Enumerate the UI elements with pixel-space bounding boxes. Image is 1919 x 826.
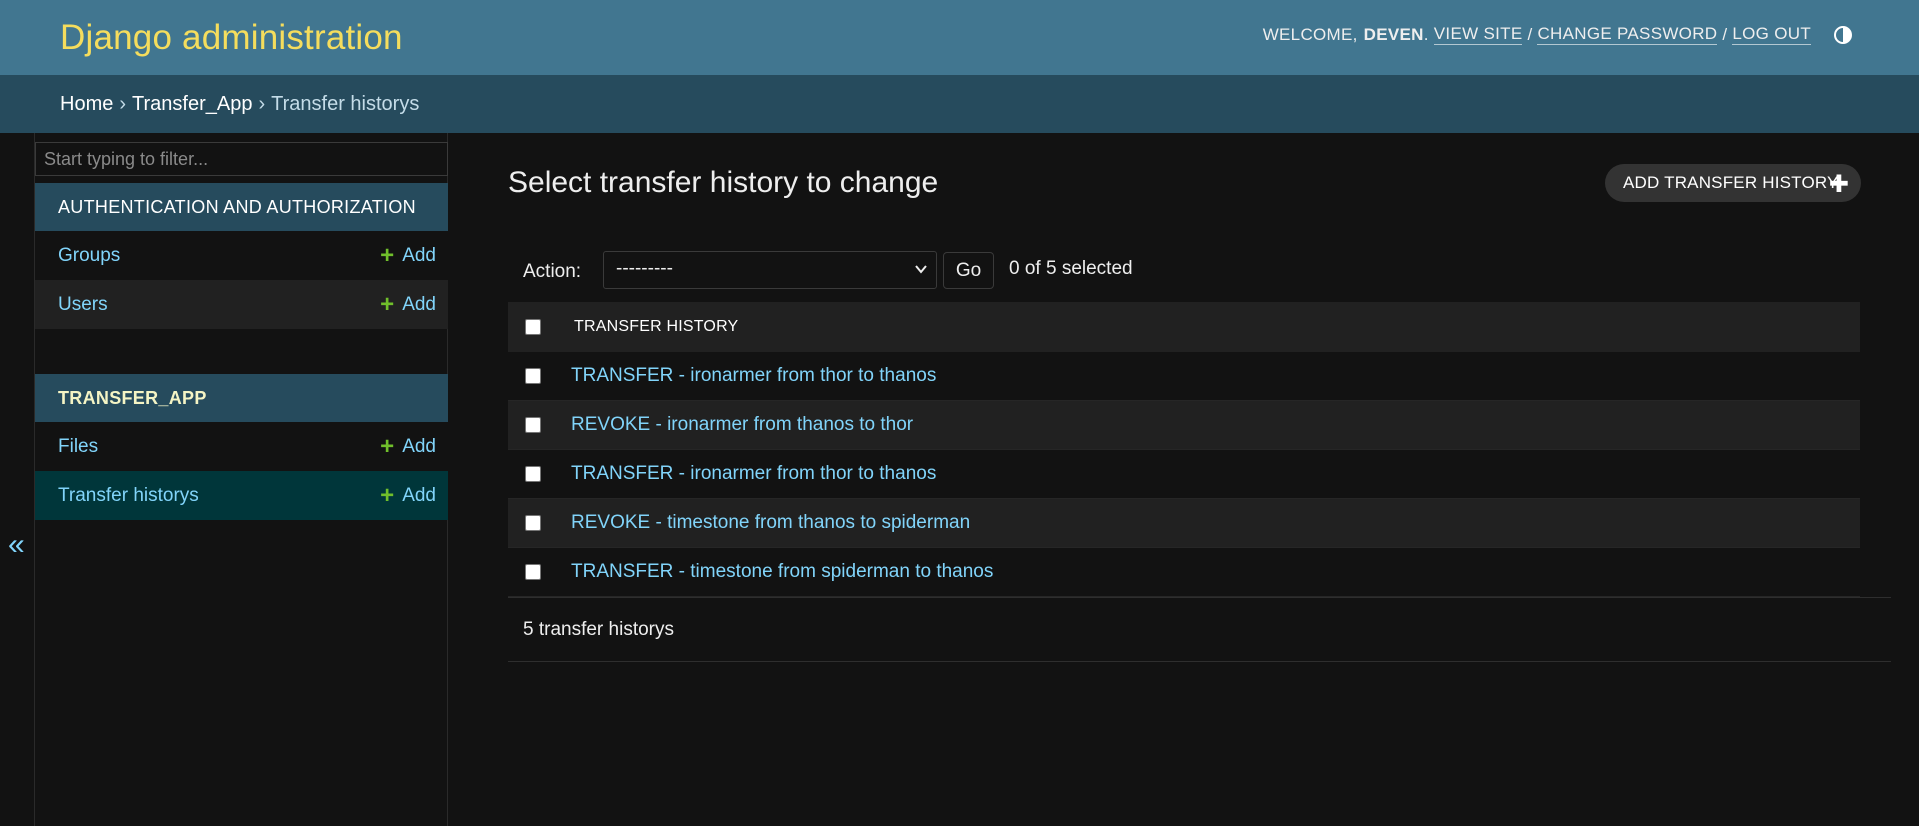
sidebar-item-users: Users + Add bbox=[35, 280, 448, 329]
plus-icon: + bbox=[380, 481, 395, 509]
welcome-text: WELCOME, bbox=[1262, 24, 1358, 44]
selected-count: 0 of 5 selected bbox=[1009, 258, 1133, 279]
row-link[interactable]: TRANSFER - ironarmer from thor to thanos bbox=[571, 365, 936, 387]
sidebar-item-users-link[interactable]: Users bbox=[58, 294, 108, 316]
action-select[interactable]: --------- bbox=[603, 251, 937, 289]
log-out-link[interactable]: LOG OUT bbox=[1732, 24, 1811, 45]
table-row: REVOKE - ironarmer from thanos to thor bbox=[508, 401, 1860, 450]
plus-icon: + bbox=[380, 432, 395, 460]
add-transfer-history-button[interactable]: ADD TRANSFER HISTORY ✚ bbox=[1605, 164, 1861, 202]
row-checkbox[interactable] bbox=[525, 564, 541, 580]
header: Django administration WELCOME, DEVEN. VI… bbox=[0, 0, 1919, 75]
go-button[interactable]: Go bbox=[943, 252, 994, 289]
sidebar-item-transfer-historys-link[interactable]: Transfer historys bbox=[58, 485, 199, 507]
username: DEVEN bbox=[1363, 24, 1424, 44]
table-row: TRANSFER - ironarmer from thor to thanos bbox=[508, 450, 1860, 499]
sidebar-item-files: Files + Add bbox=[35, 422, 448, 471]
separator: / bbox=[1527, 24, 1533, 44]
select-all-checkbox[interactable] bbox=[525, 319, 541, 335]
separator: / bbox=[1722, 24, 1728, 44]
collapse-sidebar-icon[interactable]: « bbox=[8, 528, 25, 562]
row-checkbox[interactable] bbox=[525, 466, 541, 482]
breadcrumb-current: Transfer historys bbox=[271, 93, 420, 115]
row-checkbox[interactable] bbox=[525, 368, 541, 384]
breadcrumb-app[interactable]: Transfer_App bbox=[132, 93, 252, 115]
user-tools: WELCOME, DEVEN. VIEW SITE / CHANGE PASSW… bbox=[1263, 24, 1853, 45]
column-header-transfer-history[interactable]: TRANSFER HISTORY bbox=[574, 318, 738, 336]
row-checkbox[interactable] bbox=[525, 515, 541, 531]
paginator: 5 transfer historys bbox=[508, 597, 1891, 662]
breadcrumb-home[interactable]: Home bbox=[60, 93, 113, 115]
row-link[interactable]: TRANSFER - timestone from spiderman to t… bbox=[571, 561, 993, 583]
row-checkbox[interactable] bbox=[525, 417, 541, 433]
row-link[interactable]: TRANSFER - ironarmer from thor to thanos bbox=[571, 463, 936, 485]
app-caption-auth[interactable]: AUTHENTICATION AND AUTHORIZATION bbox=[35, 183, 448, 231]
sidebar-item-groups: Groups + Add bbox=[35, 231, 448, 280]
plus-icon: + bbox=[380, 241, 395, 269]
plus-icon: ✚ bbox=[1828, 171, 1849, 198]
add-files-link[interactable]: + Add bbox=[380, 432, 436, 460]
page-title: Select transfer history to change bbox=[508, 166, 939, 199]
table-row: TRANSFER - ironarmer from thor to thanos bbox=[508, 352, 1860, 401]
sidebar-item-files-link[interactable]: Files bbox=[58, 436, 98, 458]
row-link[interactable]: REVOKE - ironarmer from thanos to thor bbox=[571, 414, 913, 436]
add-transfer-historys-link[interactable]: + Add bbox=[380, 481, 436, 509]
breadcrumb: Home › Transfer_App › Transfer historys bbox=[0, 75, 1919, 133]
result-table: TRANSFER HISTORY TRANSFER - ironarmer fr… bbox=[508, 302, 1860, 597]
change-password-link[interactable]: CHANGE PASSWORD bbox=[1537, 24, 1718, 45]
view-site-link[interactable]: VIEW SITE bbox=[1433, 24, 1523, 45]
table-header: TRANSFER HISTORY bbox=[508, 302, 1860, 352]
sidebar-item-transfer-historys: Transfer historys + Add bbox=[35, 471, 448, 520]
add-users-link[interactable]: + Add bbox=[380, 290, 436, 318]
table-row: REVOKE - timestone from thanos to spider… bbox=[508, 499, 1860, 548]
plus-icon: + bbox=[380, 290, 395, 318]
theme-toggle-icon[interactable] bbox=[1833, 25, 1853, 45]
row-link[interactable]: REVOKE - timestone from thanos to spider… bbox=[571, 512, 970, 534]
action-label: Action: bbox=[523, 261, 582, 282]
add-groups-link[interactable]: + Add bbox=[380, 241, 436, 269]
app-caption-transfer-app[interactable]: TRANSFER_APP bbox=[35, 374, 448, 422]
nav-sidebar: AUTHENTICATION AND AUTHORIZATION Groups … bbox=[34, 133, 448, 826]
table-row: TRANSFER - timestone from spiderman to t… bbox=[508, 548, 1860, 597]
sidebar-item-groups-link[interactable]: Groups bbox=[58, 245, 120, 267]
site-name[interactable]: Django administration bbox=[60, 18, 403, 58]
chevron-down-icon bbox=[915, 265, 927, 274]
nav-filter-input[interactable] bbox=[35, 142, 448, 176]
